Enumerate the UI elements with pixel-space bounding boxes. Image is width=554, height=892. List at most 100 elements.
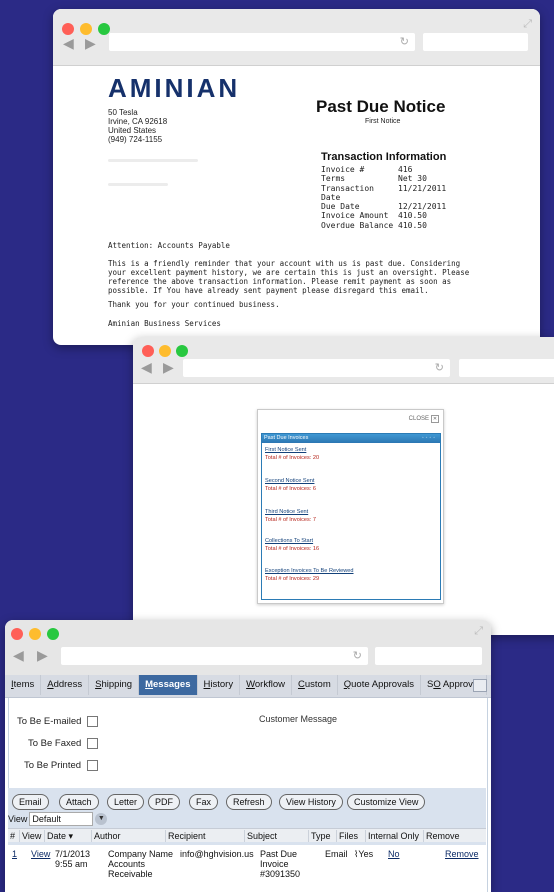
row-remove-link[interactable]: Remove	[445, 849, 479, 859]
browser-toolbar: ⤢ ◀ ▶ ↻	[53, 9, 540, 66]
close-window-button[interactable]	[11, 628, 23, 640]
reminder-paragraph: This is a friendly reminder that your ac…	[108, 259, 470, 295]
redacted-line	[108, 183, 168, 186]
tab-address[interactable]: Address	[41, 675, 90, 695]
col-remove[interactable]: Remove	[423, 830, 460, 842]
maximize-window-button[interactable]	[176, 345, 188, 357]
row-author: Company Name Accounts Receivable	[108, 849, 174, 879]
attach-button[interactable]: Attach	[59, 794, 99, 810]
past-due-panel: Past Due Invoices ◦◦◦◦ First Notice Sent…	[261, 433, 441, 600]
tab-workflow[interactable]: Workflow	[240, 675, 292, 695]
list-item: Exception Invoices To Be Reviewed Total …	[265, 568, 354, 582]
dashboard-window: ⤢ ◀ ▶ ↻ CLOSE ✕ Past Due Invoices ◦◦◦◦ F…	[133, 337, 554, 635]
third-notice-link[interactable]: Third Notice Sent	[265, 509, 316, 515]
row-files[interactable]: ⌇Yes	[354, 849, 373, 859]
row-internal-only-link[interactable]: No	[388, 849, 400, 859]
back-arrow-icon[interactable]: ◀	[13, 648, 24, 664]
row-date: 7/1/2013 9:55 am	[55, 849, 91, 869]
second-notice-link[interactable]: Second Notice Sent	[265, 478, 316, 484]
messages-window: ⤢ ◀ ▶ ↻ Items Address Shipping Messages …	[5, 620, 491, 892]
reload-icon[interactable]: ↻	[353, 649, 362, 662]
transaction-row: Terms Net 30	[321, 174, 427, 184]
minimize-window-button[interactable]	[80, 23, 92, 35]
customer-message-label: Customer Message	[259, 714, 338, 724]
exception-invoices-link[interactable]: Exception Invoices To Be Reviewed	[265, 568, 354, 574]
search-bar[interactable]	[423, 33, 528, 51]
col-date[interactable]: Date ▾	[44, 830, 73, 842]
to-be-printed-checkbox[interactable]	[87, 760, 99, 771]
close-icon: ✕	[431, 415, 439, 423]
col-files[interactable]: Files	[336, 830, 358, 842]
to-be-faxed-checkbox[interactable]	[87, 738, 99, 749]
to-be-emailed-row: To Be E-mailed	[17, 716, 99, 727]
email-button[interactable]: Email	[12, 794, 49, 810]
minimize-window-button[interactable]	[159, 345, 171, 357]
address-bar[interactable]: ↻	[109, 33, 415, 51]
col-recipient[interactable]: Recipient	[165, 830, 206, 842]
forward-arrow-icon[interactable]: ▶	[163, 360, 174, 376]
forward-arrow-icon[interactable]: ▶	[85, 36, 96, 52]
tab-items[interactable]: Items	[5, 675, 42, 695]
first-notice-link[interactable]: First Notice Sent	[265, 447, 319, 453]
col-view[interactable]: View	[19, 830, 41, 842]
col-number[interactable]: #	[8, 830, 15, 842]
tab-quote-approvals[interactable]: Quote Approvals	[338, 675, 421, 695]
col-internal-only[interactable]: Internal Only	[365, 830, 419, 842]
search-bar[interactable]	[459, 359, 554, 377]
tab-custom[interactable]: Custom	[292, 675, 338, 695]
pdf-button[interactable]: PDF	[148, 794, 180, 810]
list-item: Collections To Start Total # of Invoices…	[265, 538, 320, 552]
tab-history[interactable]: History	[198, 675, 241, 695]
panel-controls-icon[interactable]: ◦◦◦◦	[422, 434, 437, 443]
messages-toolbar: Email Attach Letter PDF Fax Refresh View…	[8, 788, 486, 846]
back-arrow-icon[interactable]: ◀	[141, 360, 152, 376]
refresh-button[interactable]: Refresh	[226, 794, 272, 810]
fax-button[interactable]: Fax	[189, 794, 219, 810]
search-bar[interactable]	[375, 647, 482, 665]
fullscreen-icon[interactable]: ⤢	[474, 624, 483, 638]
thanks-line: Thank you for your continued business.	[108, 300, 280, 309]
forward-arrow-icon[interactable]: ▶	[37, 648, 48, 664]
reload-icon[interactable]: ↻	[435, 361, 444, 374]
fullscreen-icon[interactable]: ⤢	[523, 17, 532, 31]
tab-shipping[interactable]: Shipping	[89, 675, 140, 695]
transaction-row: Overdue Balance 410.50	[321, 220, 427, 230]
to-be-emailed-checkbox[interactable]	[87, 716, 99, 727]
col-subject[interactable]: Subject	[244, 830, 277, 842]
browser-toolbar: ⤢ ◀ ▶ ↻	[5, 620, 491, 676]
close-window-button[interactable]	[62, 23, 74, 35]
close-button[interactable]: CLOSE ✕	[409, 415, 439, 423]
chevron-down-icon[interactable]: ▼	[95, 813, 108, 825]
tab-messages[interactable]: Messages	[139, 675, 198, 695]
col-author[interactable]: Author	[91, 830, 121, 842]
view-select[interactable]: Default	[29, 812, 94, 826]
col-type[interactable]: Type	[308, 830, 331, 842]
customize-view-button[interactable]: Customize View	[347, 794, 426, 810]
row-number[interactable]: 1	[12, 849, 17, 859]
row-recipient: info@hghvision.us	[180, 849, 254, 859]
row-type: Email	[325, 849, 348, 859]
to-be-printed-row: To Be Printed	[24, 760, 99, 771]
notice-subtitle: First Notice	[365, 118, 401, 125]
minimize-window-button[interactable]	[29, 628, 41, 640]
table-row: 1 View 7/1/2013 9:55 am Company Name Acc…	[8, 845, 486, 892]
collections-link[interactable]: Collections To Start	[265, 538, 319, 544]
address-bar[interactable]: ↻	[61, 647, 368, 665]
transaction-row: Invoice Amount 410.50	[321, 211, 427, 221]
close-window-button[interactable]	[142, 345, 154, 357]
record-tabs: Items Address Shipping Messages History …	[5, 675, 491, 698]
signature-line: Aminian Business Services	[108, 319, 221, 328]
tab-menu-icon[interactable]	[473, 679, 487, 692]
transaction-title: Transaction Information	[321, 151, 447, 163]
reload-icon[interactable]: ↻	[400, 35, 409, 48]
letter-button[interactable]: Letter	[107, 794, 145, 810]
list-item: Second Notice Sent Total # of Invoices: …	[265, 478, 316, 492]
redacted-line	[108, 159, 198, 162]
address-bar[interactable]: ↻	[183, 359, 450, 377]
view-history-button[interactable]: View History	[279, 794, 343, 810]
transaction-row: Transaction Date 11/21/2011	[321, 183, 447, 202]
transaction-row: Invoice #416	[321, 165, 413, 174]
row-view-link[interactable]: View	[31, 849, 50, 859]
back-arrow-icon[interactable]: ◀	[63, 36, 74, 52]
maximize-window-button[interactable]	[47, 628, 59, 640]
